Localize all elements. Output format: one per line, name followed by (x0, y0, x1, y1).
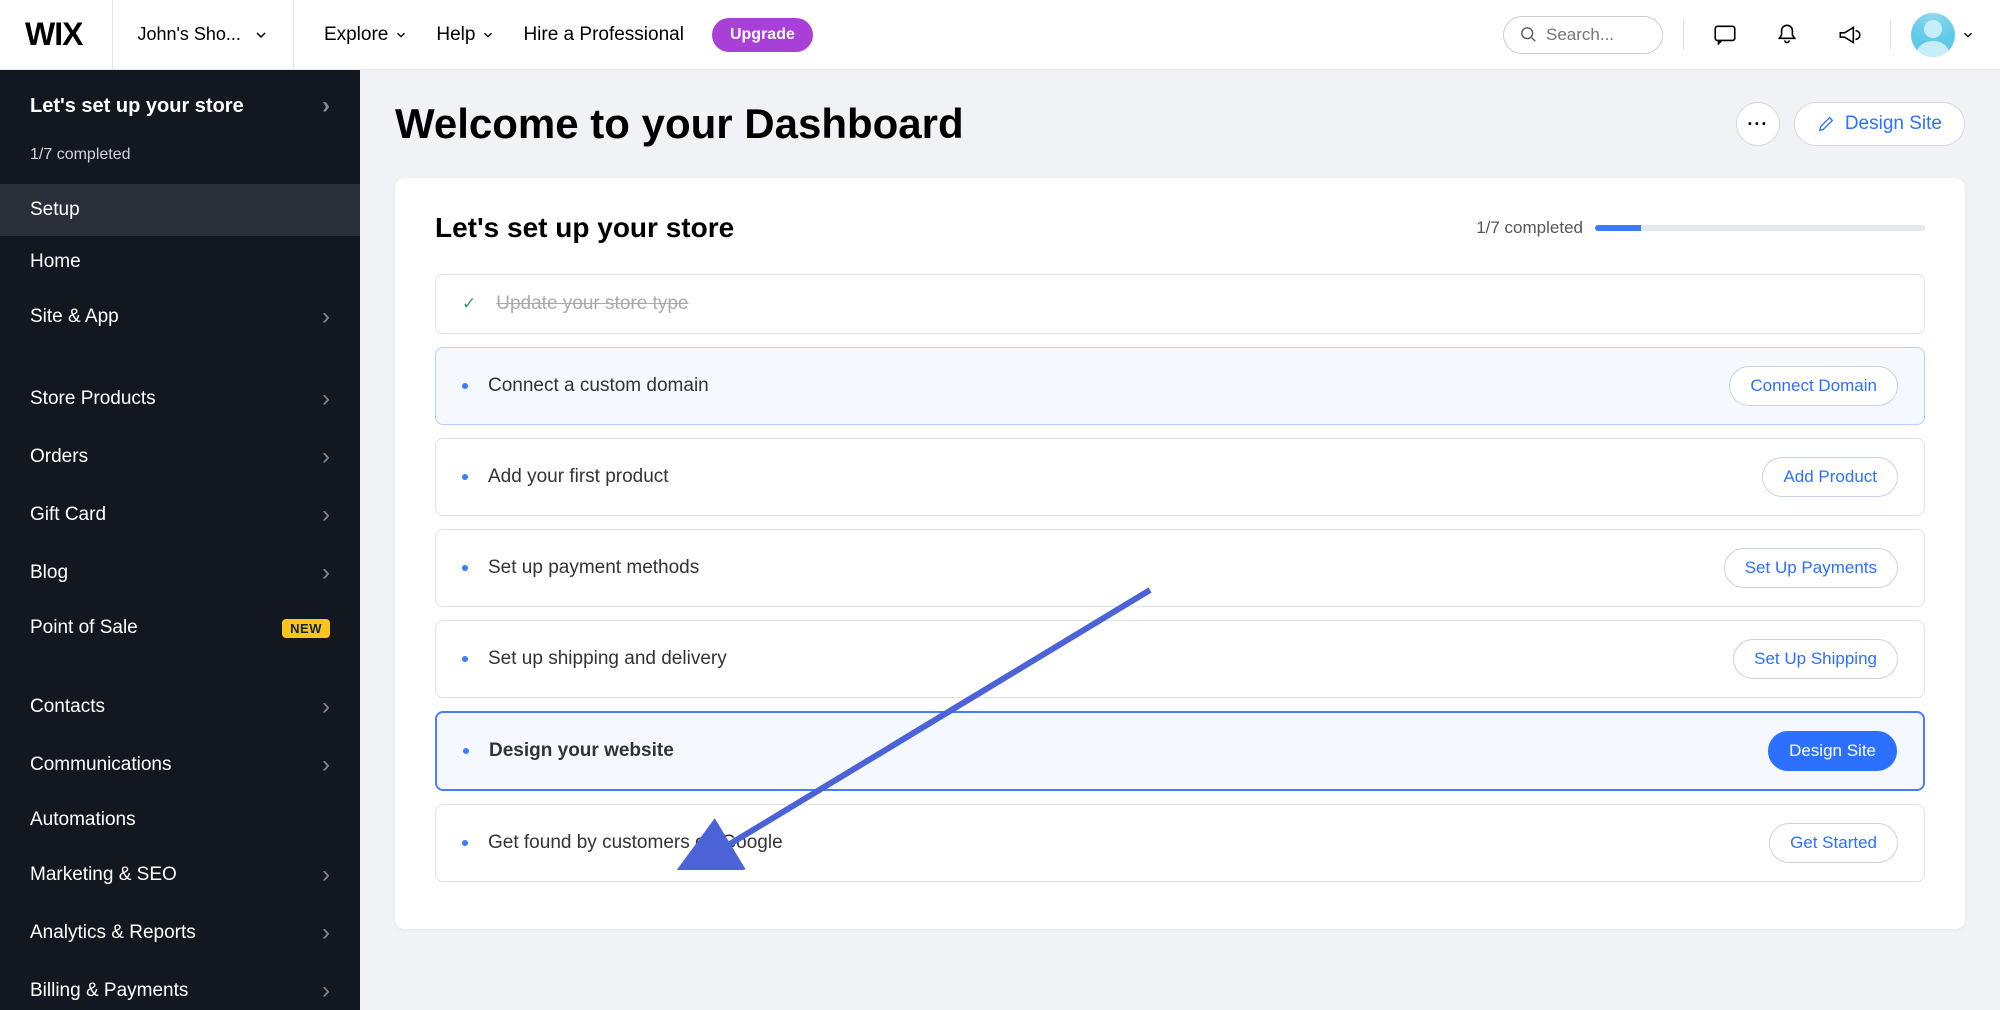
bullet-icon (462, 840, 468, 846)
site-name: John's Sho... (137, 24, 241, 45)
sidebar-item-blog[interactable]: Blog (0, 544, 360, 602)
site-switcher[interactable]: John's Sho... (112, 0, 294, 70)
chevron-down-icon (1961, 28, 1975, 42)
sidebar-item-gift-card[interactable]: Gift Card (0, 486, 360, 544)
search-icon (1520, 25, 1538, 45)
page-title: Welcome to your Dashboard (395, 100, 964, 148)
chevron-right-icon (322, 751, 330, 779)
card-header: Let's set up your store 1/7 completed (435, 212, 1925, 244)
divider (1890, 20, 1891, 50)
chevron-right-icon (322, 92, 330, 120)
sidebar-item-automations[interactable]: Automations (0, 794, 360, 846)
nav-explore[interactable]: Explore (324, 24, 408, 46)
progress-text: 1/7 completed (1476, 218, 1583, 238)
nav-hire[interactable]: Hire a Professional (523, 24, 684, 46)
sidebar-progress-text: 1/7 completed (0, 134, 360, 184)
card-title: Let's set up your store (435, 212, 734, 244)
bullet-icon (462, 565, 468, 571)
chevron-right-icon (322, 919, 330, 947)
setup-card: Let's set up your store 1/7 completed ✓ … (395, 178, 1965, 929)
sidebar-item-pos[interactable]: Point of SaleNEW (0, 602, 360, 654)
chevron-down-icon (394, 28, 408, 42)
setup-shipping-button[interactable]: Set Up Shipping (1733, 639, 1898, 679)
search-box[interactable] (1503, 16, 1663, 54)
chevron-down-icon (253, 27, 269, 43)
sidebar-item-communications[interactable]: Communications (0, 736, 360, 794)
nav-help[interactable]: Help (436, 24, 495, 46)
chevron-right-icon (322, 443, 330, 471)
bullet-icon (462, 656, 468, 662)
chevron-right-icon (322, 385, 330, 413)
setup-row-product[interactable]: Add your first product Add Product (435, 438, 1925, 516)
bullet-icon (463, 748, 469, 754)
new-badge: NEW (282, 619, 330, 638)
chevron-right-icon (322, 693, 330, 721)
sidebar-setup-header[interactable]: Let's set up your store (0, 70, 360, 134)
chevron-right-icon (322, 977, 330, 1005)
sidebar-item-analytics[interactable]: Analytics & Reports (0, 904, 360, 962)
design-site-button[interactable]: Design Site (1794, 102, 1965, 146)
pencil-icon (1817, 115, 1835, 133)
main-header: Welcome to your Dashboard ··· Design Sit… (395, 100, 1965, 148)
more-button[interactable]: ··· (1736, 102, 1780, 146)
connect-domain-button[interactable]: Connect Domain (1729, 366, 1898, 406)
card-progress: 1/7 completed (1476, 218, 1925, 238)
nav-links: Explore Help Hire a Professional Upgrade (324, 18, 813, 52)
check-icon: ✓ (462, 294, 476, 314)
setup-row-domain[interactable]: Connect a custom domain Connect Domain (435, 347, 1925, 425)
main-actions: ··· Design Site (1736, 102, 1965, 146)
sidebar-item-setup[interactable]: Setup (0, 184, 360, 236)
chat-icon[interactable] (1704, 14, 1746, 56)
setup-row-payments[interactable]: Set up payment methods Set Up Payments (435, 529, 1925, 607)
sidebar-item-store-products[interactable]: Store Products (0, 370, 360, 428)
sidebar-item-marketing-seo[interactable]: Marketing & SEO (0, 846, 360, 904)
top-header: WIX John's Sho... Explore Help Hire a Pr… (0, 0, 2000, 70)
chevron-right-icon (322, 501, 330, 529)
chevron-right-icon (322, 303, 330, 331)
bullet-icon (462, 383, 468, 389)
search-input[interactable] (1546, 25, 1646, 45)
sidebar-item-site-app[interactable]: Site & App (0, 288, 360, 346)
setup-row-shipping[interactable]: Set up shipping and delivery Set Up Ship… (435, 620, 1925, 698)
header-right (1503, 13, 1975, 57)
setup-payments-button[interactable]: Set Up Payments (1724, 548, 1898, 588)
setup-row-store-type[interactable]: ✓ Update your store type (435, 274, 1925, 334)
bell-icon[interactable] (1766, 14, 1808, 56)
sidebar-item-contacts[interactable]: Contacts (0, 678, 360, 736)
chevron-right-icon (322, 559, 330, 587)
sidebar-item-billing[interactable]: Billing & Payments (0, 962, 360, 1010)
bullet-icon (462, 474, 468, 480)
profile-menu[interactable] (1911, 13, 1975, 57)
sidebar: Let's set up your store 1/7 completed Se… (0, 70, 360, 1010)
chevron-down-icon (481, 28, 495, 42)
megaphone-icon[interactable] (1828, 14, 1870, 56)
chevron-right-icon (322, 861, 330, 889)
main-content: Welcome to your Dashboard ··· Design Sit… (360, 70, 2000, 1010)
setup-row-google[interactable]: Get found by customers on Google Get Sta… (435, 804, 1925, 882)
get-started-button[interactable]: Get Started (1769, 823, 1898, 863)
add-product-button[interactable]: Add Product (1762, 457, 1898, 497)
progress-bar (1595, 225, 1925, 231)
divider (1683, 20, 1684, 50)
wix-logo[interactable]: WIX (25, 16, 82, 53)
avatar (1911, 13, 1955, 57)
upgrade-button[interactable]: Upgrade (712, 18, 813, 52)
sidebar-item-orders[interactable]: Orders (0, 428, 360, 486)
setup-row-design[interactable]: Design your website Design Site (435, 711, 1925, 791)
design-site-row-button[interactable]: Design Site (1768, 731, 1897, 771)
sidebar-item-home[interactable]: Home (0, 236, 360, 288)
